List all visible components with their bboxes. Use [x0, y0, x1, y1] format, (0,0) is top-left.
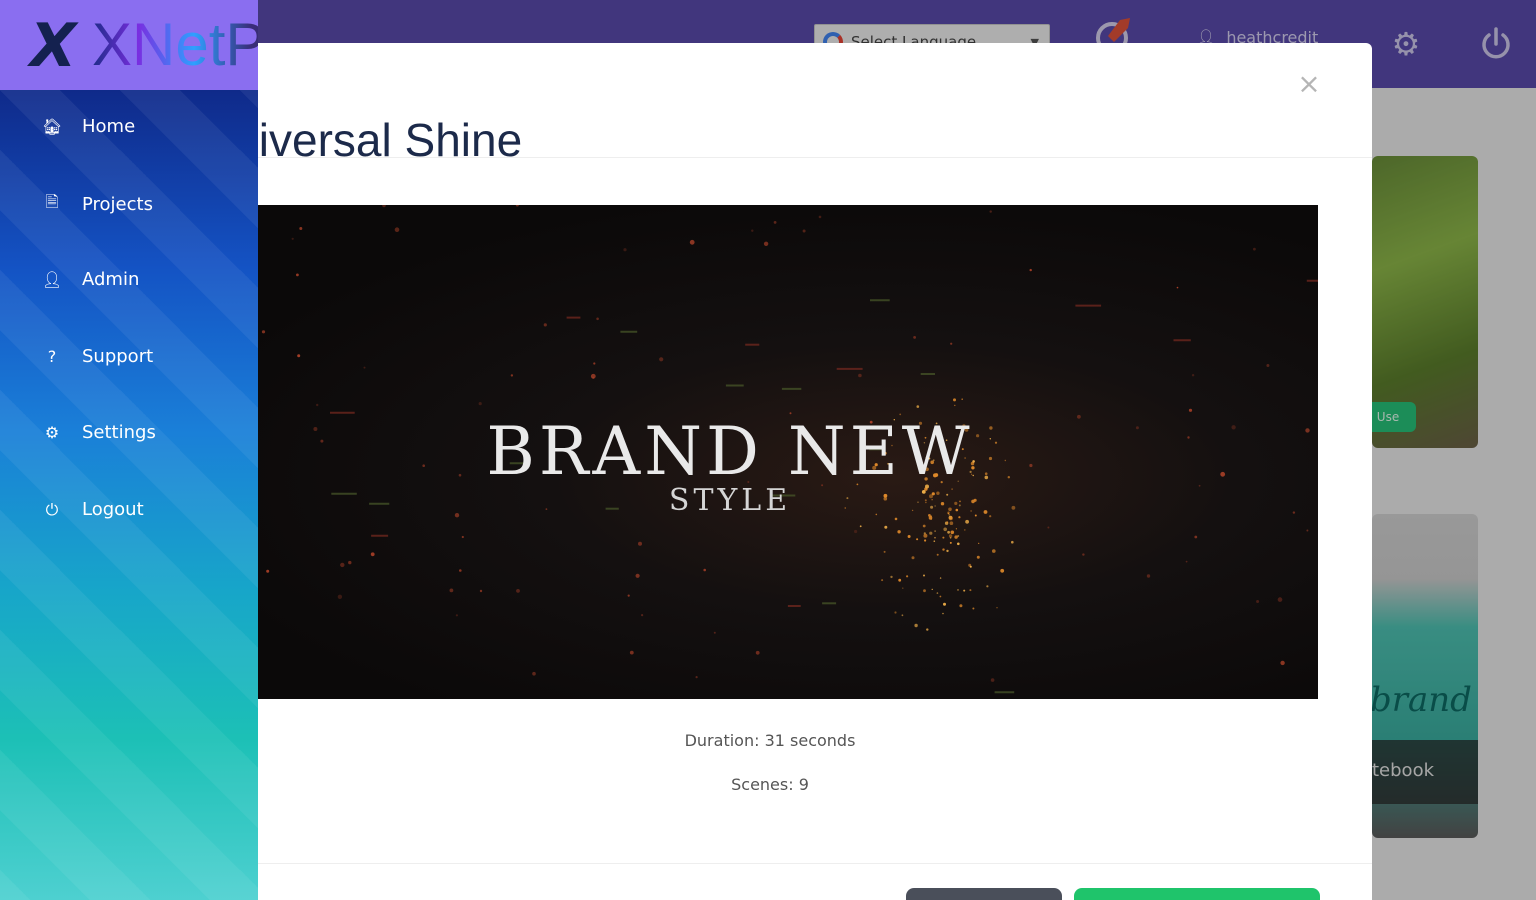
sidebar-item-logout[interactable]: ⏻ Logout	[42, 499, 144, 520]
power-icon: ⏻	[45, 499, 59, 519]
help-icon: ?	[47, 347, 57, 366]
template-preview-modal: Universal Shine × BRAND NEW STYLE Durati…	[200, 43, 1372, 900]
sidebar-item-projects[interactable]: 🗎 Projects	[42, 191, 153, 218]
duration-info: Duration: 31 seconds	[684, 731, 856, 750]
sidebar-item-admin[interactable]: 👤︎ Admin	[42, 269, 139, 290]
preview-subtitle-text: STYLE	[668, 483, 792, 518]
sidebar-item-home[interactable]: 🏠︎ Home	[42, 116, 135, 137]
sidebar-item-label: Home	[82, 116, 136, 137]
file-icon: 🗎	[45, 192, 59, 211]
preview-title-text: BRAND NEW	[486, 413, 974, 490]
sidebar-item-label: Projects	[82, 194, 153, 215]
logo[interactable]: XNetPro	[92, 12, 258, 78]
close-button[interactable]	[906, 888, 1062, 900]
sidebar-item-label: Settings	[82, 422, 156, 443]
home-icon: 🏠︎	[42, 117, 63, 136]
sidebar-item-support[interactable]: ? Support	[42, 346, 153, 367]
sidebar-item-settings[interactable]: ⚙ Settings	[42, 422, 156, 443]
use-template-button[interactable]	[1074, 888, 1320, 900]
sidebar-item-label: Logout	[82, 499, 144, 520]
logo-icon: X	[30, 11, 77, 81]
sidebar-item-label: Support	[82, 346, 154, 367]
scenes-info: Scenes: 9	[731, 775, 809, 794]
user-icon: 👤︎	[42, 270, 63, 289]
video-preview[interactable]: BRAND NEW STYLE	[200, 205, 1318, 699]
gear-icon: ⚙	[44, 423, 60, 442]
logo-bar: X XNetPro	[0, 0, 258, 90]
divider	[200, 157, 1372, 158]
sidebar: 🏠︎ Home 🗎 Projects 👤︎ Admin ? Support ⚙ …	[0, 90, 258, 900]
sidebar-item-label: Admin	[82, 269, 140, 290]
close-icon[interactable]: ×	[1296, 69, 1322, 99]
divider	[200, 863, 1372, 864]
